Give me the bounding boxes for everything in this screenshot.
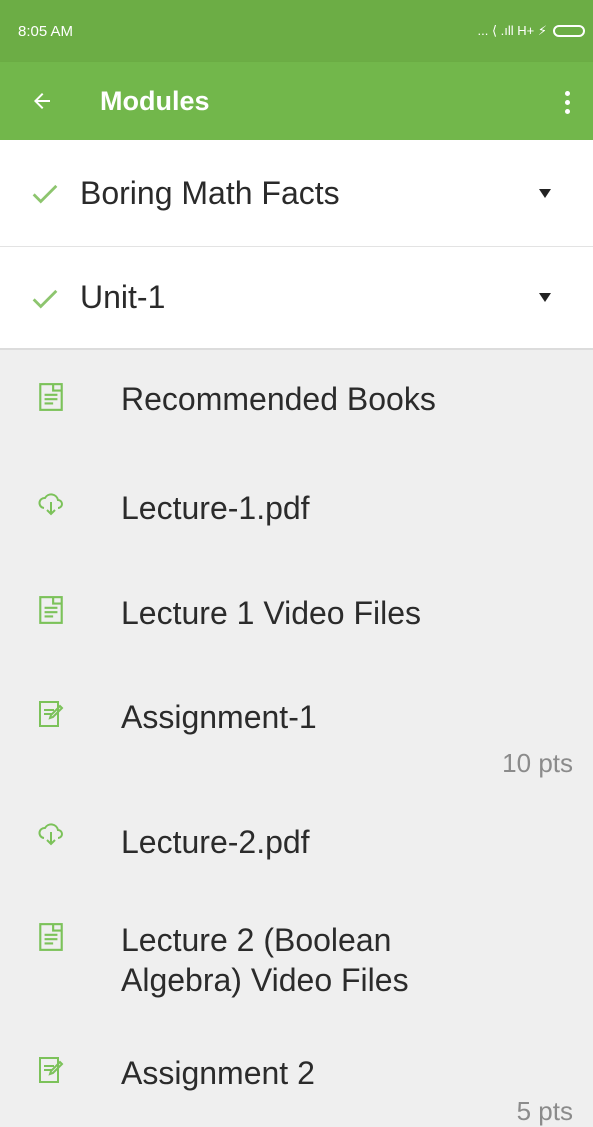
item-label: Lecture 1 Video Files — [121, 595, 422, 631]
section-title: Boring Math Facts — [80, 174, 340, 211]
list-item[interactable]: Assignment-1 10 pts — [0, 685, 593, 795]
battery-icon — [553, 25, 585, 37]
list-item[interactable]: Recommended Books — [0, 360, 593, 460]
list-item[interactable]: Lecture-1.pdf — [0, 470, 593, 570]
section-header-unit-1[interactable]: Unit-1 — [0, 246, 593, 350]
status-bar: 8:05 AM ... ⟨ .ıll H+ ⚡ — [0, 0, 593, 62]
item-label-line2: Algebra) Video Files — [121, 962, 409, 998]
back-button[interactable] — [12, 62, 72, 140]
page-icon — [39, 923, 63, 951]
more-options-button[interactable] — [555, 82, 579, 122]
assignment-icon — [39, 701, 64, 727]
list-item[interactable]: Lecture 2 (Boolean Algebra) Video Files — [0, 906, 593, 1026]
dropdown-caret-icon[interactable] — [539, 188, 551, 198]
check-icon — [32, 289, 58, 309]
list-item[interactable]: Lecture 1 Video Files — [0, 575, 593, 675]
assignment-icon — [39, 1057, 64, 1083]
item-label: Lecture 2 (Boolean — [121, 922, 392, 958]
item-label: Lecture-1.pdf — [121, 490, 310, 526]
points-label: 10 pts — [502, 748, 573, 778]
page-title: Modules — [100, 85, 210, 116]
dropdown-caret-icon[interactable] — [539, 293, 551, 302]
cloud-download-icon — [38, 493, 63, 516]
item-label: Recommended Books — [121, 381, 436, 417]
cloud-download-icon — [38, 823, 63, 846]
arrow-left-icon — [34, 93, 50, 109]
item-label: Assignment 2 — [121, 1055, 315, 1091]
check-icon — [32, 184, 58, 204]
item-label: Assignment-1 — [121, 699, 317, 735]
section-header-boring-math-facts[interactable]: Boring Math Facts — [0, 140, 593, 246]
status-time: 8:05 AM — [18, 22, 74, 40]
more-vert-icon — [564, 90, 570, 96]
status-icons: ... ⟨ .ıll H+ ⚡ — [478, 23, 585, 39]
list-item[interactable]: Lecture-2.pdf — [0, 800, 593, 900]
section-title: Unit-1 — [80, 279, 166, 315]
points-label: 5 pts — [516, 1096, 573, 1126]
page-icon — [39, 383, 63, 411]
app-bar: Modules — [0, 62, 593, 140]
signal-indicators: ... ⟨ .ıll H+ ⚡ — [477, 23, 547, 38]
page-icon — [39, 596, 63, 624]
item-label: Lecture-2.pdf — [121, 824, 310, 860]
list-item[interactable]: Assignment 2 5 pts — [0, 1040, 593, 1126]
